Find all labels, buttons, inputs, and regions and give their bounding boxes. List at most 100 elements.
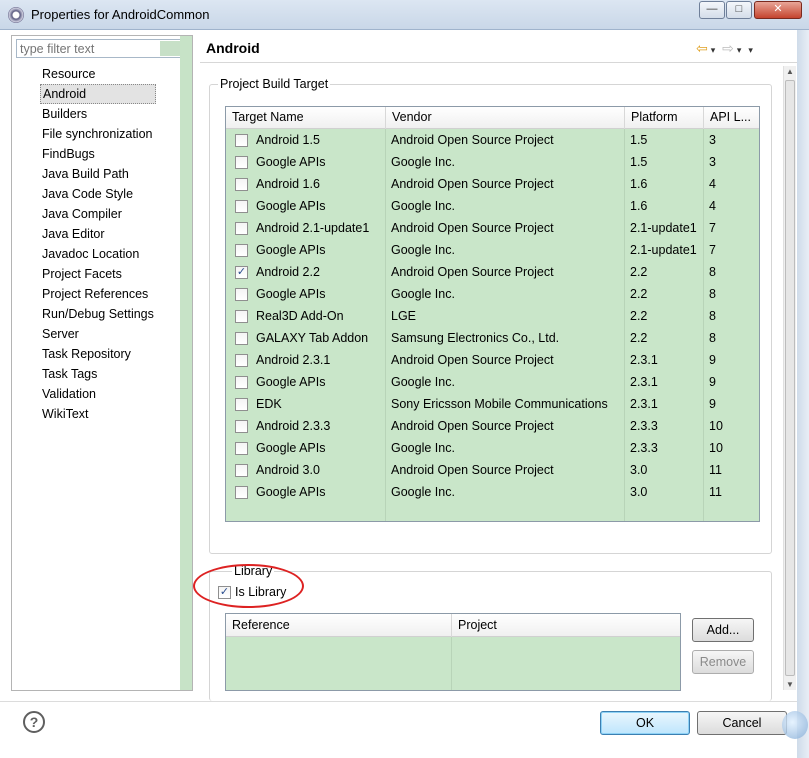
table-row[interactable]: Google APIs Google Inc. 1.6 4 [226,195,759,217]
nav-item[interactable]: Android [40,84,156,104]
table-row[interactable]: Android 1.5 Android Open Source Project 1.… [226,129,759,151]
filter-field[interactable] [16,39,182,58]
nav-item[interactable]: Project References [40,284,156,304]
nav-item[interactable]: Validation [40,384,156,404]
target-checkbox[interactable] [235,376,248,389]
footer-separator [0,701,797,702]
cancel-button[interactable]: Cancel [697,711,787,735]
nav-item[interactable]: Javadoc Location [40,244,156,264]
page-scrollbar[interactable]: ▲ ▼ [783,66,796,690]
table-row[interactable]: Google APIs Google Inc. 2.1-update1 7 [226,239,759,261]
platform-cell: 2.1-update1 [630,243,697,257]
target-checkbox[interactable] [235,178,248,191]
target-checkbox[interactable] [235,134,248,147]
nav-item[interactable]: Task Repository [40,344,156,364]
nav-item[interactable]: Project Facets [40,264,156,284]
vendor-cell: Android Open Source Project [391,463,554,477]
api-level-cell: 7 [709,243,716,257]
nav-item[interactable]: Server [40,324,156,344]
table-row[interactable]: ✓ Android 2.2 Android Open Source Project 2… [226,261,759,283]
api-level-cell: 11 [709,485,722,499]
nav-item[interactable]: Java Compiler [40,204,156,224]
table-row[interactable]: Google APIs Google Inc. 2.3.1 9 [226,371,759,393]
nav-item[interactable]: Java Build Path [40,164,156,184]
nav-item[interactable]: Java Editor [40,224,156,244]
target-checkbox[interactable] [235,310,248,323]
platform-cell: 2.2 [630,331,648,345]
api-level-cell: 9 [709,397,716,411]
target-name-cell: Android 2.3.1 [256,353,331,367]
target-checkbox[interactable] [235,244,248,257]
table-row[interactable]: Android 1.6 Android Open Source Project 1.… [226,173,759,195]
vendor-cell: Google Inc. [391,375,455,389]
forward-menu-chevron-icon[interactable]: ▾ [737,45,742,56]
column-header-vendor[interactable]: Vendor [386,107,625,129]
back-menu-chevron-icon[interactable]: ▾ [711,45,716,56]
scroll-down-icon[interactable]: ▼ [786,680,794,689]
is-library-checkbox[interactable]: ✓ [218,586,231,599]
table-row[interactable]: Google APIs Google Inc. 2.2 8 [226,283,759,305]
scroll-up-icon[interactable]: ▲ [786,67,794,76]
nav-item[interactable]: WikiText [40,404,156,424]
column-header-reference[interactable]: Reference [226,614,452,637]
target-checkbox[interactable] [235,486,248,499]
api-level-cell: 9 [709,353,716,367]
table-row[interactable]: Android 2.3.3 Android Open Source Project… [226,415,759,437]
forward-arrow-icon[interactable]: ⇨ [722,40,734,57]
maximize-button[interactable]: □ [726,1,752,19]
page-title: Android [206,40,260,56]
column-header-platform[interactable]: Platform [625,107,704,129]
table-row[interactable]: Google APIs Google Inc. 2.3.3 10 [226,437,759,459]
target-checkbox[interactable] [235,200,248,213]
ok-button[interactable]: OK [600,711,690,735]
column-header-api-level[interactable]: API L... [704,107,759,129]
close-button[interactable]: ✕ [754,1,802,19]
history-navigation: ⇦ ▾ ⇨ ▾ ▾ [696,40,756,57]
build-target-table: Target Name Vendor Platform API L... And… [225,106,760,522]
back-arrow-icon[interactable]: ⇦ [696,40,708,57]
is-library-label[interactable]: Is Library [235,585,286,599]
table-row[interactable]: Android 3.0 Android Open Source Project 3.… [226,459,759,481]
table-row[interactable]: EDK Sony Ericsson Mobile Communications 2.… [226,393,759,415]
nav-item[interactable]: File synchronization [40,124,156,144]
nav-scrollbar[interactable] [180,36,192,690]
column-header-project[interactable]: Project [452,614,680,637]
table-row[interactable]: Google APIs Google Inc. 3.0 11 [226,481,759,503]
target-checkbox[interactable] [235,156,248,169]
filter-input[interactable] [17,40,157,57]
platform-cell: 2.3.1 [630,353,658,367]
add-library-button[interactable]: Add... [692,618,754,642]
table-row[interactable]: Android 2.3.1 Android Open Source Project… [226,349,759,371]
remove-library-button[interactable]: Remove [692,650,754,674]
minimize-button[interactable]: — [699,1,725,19]
vendor-cell: Google Inc. [391,243,455,257]
view-menu-chevron-icon[interactable]: ▾ [748,45,753,56]
column-header-target-name[interactable]: Target Name [226,107,386,129]
target-checkbox[interactable] [235,332,248,345]
table-row[interactable]: Real3D Add-On LGE 2.2 8 [226,305,759,327]
target-checkbox[interactable] [235,442,248,455]
eclipse-icon [8,7,24,23]
target-checkbox[interactable] [235,354,248,367]
help-icon[interactable]: ? [23,711,45,733]
target-checkbox[interactable] [235,464,248,477]
library-label: Library [232,564,275,578]
target-checkbox[interactable] [235,288,248,301]
nav-item[interactable]: FindBugs [40,144,156,164]
vendor-cell: Google Inc. [391,199,455,213]
table-row[interactable]: Android 2.1-update1 Android Open Source P… [226,217,759,239]
target-checkbox[interactable]: ✓ [235,266,248,279]
target-checkbox[interactable] [235,420,248,433]
nav-item[interactable]: Resource [40,64,156,84]
nav-item[interactable]: Java Code Style [40,184,156,204]
clear-filter-icon[interactable] [160,41,180,56]
nav-item[interactable]: Run/Debug Settings [40,304,156,324]
target-checkbox[interactable] [235,222,248,235]
table-row[interactable]: GALAXY Tab Addon Samsung Electronics Co.,… [226,327,759,349]
api-level-cell: 8 [709,265,716,279]
target-checkbox[interactable] [235,398,248,411]
nav-item[interactable]: Builders [40,104,156,124]
scroll-thumb[interactable] [785,80,795,676]
nav-item[interactable]: Task Tags [40,364,156,384]
table-row[interactable]: Google APIs Google Inc. 1.5 3 [226,151,759,173]
